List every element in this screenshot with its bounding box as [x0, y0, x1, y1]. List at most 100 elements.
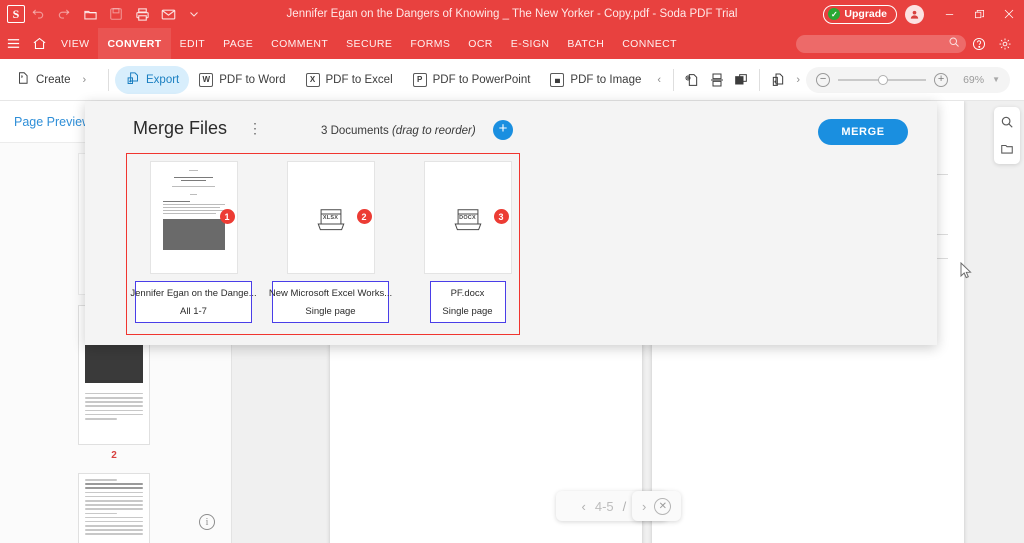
powerpoint-icon: P — [412, 72, 427, 87]
pdf-to-powerpoint-label: PDF to PowerPoint — [432, 73, 531, 86]
print-icon[interactable] — [129, 0, 155, 28]
tab-comment[interactable]: COMMENT — [262, 28, 337, 59]
save-icon[interactable] — [103, 0, 129, 28]
help-icon[interactable] — [966, 28, 992, 59]
tab-secure[interactable]: SECURE — [337, 28, 401, 59]
prev-page-button[interactable]: ‹ — [582, 499, 586, 514]
title-bar: S Jennifer Egan on the Dangers of Knowin… — [0, 0, 1024, 28]
chevron-down-icon[interactable] — [181, 0, 207, 28]
tab-batch[interactable]: BATCH — [558, 28, 613, 59]
gear-icon[interactable] — [992, 28, 1018, 59]
avatar[interactable] — [905, 4, 924, 24]
export-icon — [125, 71, 140, 89]
reorder-hint: (drag to reorder) — [391, 125, 476, 137]
folder-icon[interactable] — [997, 139, 1017, 159]
thumbnail-content — [79, 474, 149, 543]
search-input[interactable] — [796, 34, 966, 53]
zoom-level-value: 69% — [963, 73, 985, 86]
merge-files-icon[interactable] — [766, 66, 790, 94]
minimize-button[interactable] — [934, 0, 964, 28]
page-separator: / — [622, 498, 627, 514]
create-button[interactable]: Create › — [6, 66, 102, 94]
document-meta[interactable]: PF.docx Single page — [429, 281, 506, 323]
current-page-input[interactable]: 4-5 — [595, 499, 614, 514]
create-pdf-icon[interactable] — [680, 66, 704, 94]
order-badge: 2 — [356, 209, 372, 224]
merge-document-item-1[interactable]: 1 Jennifer Egan on the Dange... All 1-7 — [130, 161, 257, 323]
pdf-to-image-label: PDF to Image — [570, 73, 642, 86]
document-thumbnail[interactable]: XLSX 2 — [286, 161, 375, 274]
split-pages-icon[interactable] — [704, 66, 728, 94]
tab-page[interactable]: PAGE — [214, 28, 262, 59]
merge-document-list: 1 Jennifer Egan on the Dange... All 1-7 … — [130, 161, 526, 323]
merge-document-item-3[interactable]: DOCX 3 PF.docx Single page — [409, 161, 526, 323]
pdf-to-powerpoint-button[interactable]: P PDF to PowerPoint — [403, 66, 541, 94]
kebab-menu-icon[interactable]: ⋮ — [248, 121, 262, 135]
title-bar-right: ✓ Upgrade — [823, 0, 1024, 28]
search-icon[interactable] — [997, 112, 1017, 132]
info-icon[interactable]: i — [199, 514, 215, 530]
order-badge: 1 — [219, 209, 235, 224]
redo-icon[interactable] — [51, 0, 77, 28]
menu-bar: VIEW CONVERT EDIT PAGE COMMENT SECURE FO… — [0, 28, 1024, 59]
document-thumbnail[interactable]: DOCX 3 — [423, 161, 512, 274]
merge-document-item-2[interactable]: XLSX 2 New Microsoft Excel Works... Sing… — [269, 161, 392, 323]
tab-ocr[interactable]: OCR — [459, 28, 502, 59]
close-button[interactable] — [994, 0, 1024, 28]
zoom-out-button[interactable]: − — [816, 72, 831, 87]
zoom-in-button[interactable]: + — [934, 72, 949, 87]
tab-forms[interactable]: FORMS — [401, 28, 459, 59]
menu-bar-right — [796, 28, 1024, 59]
restore-button[interactable] — [964, 0, 994, 28]
upgrade-button[interactable]: ✓ Upgrade — [823, 4, 897, 24]
pdf-to-excel-label: PDF to Excel — [325, 73, 393, 86]
divider — [673, 68, 674, 91]
tab-connect[interactable]: CONNECT — [613, 28, 686, 59]
ribbon-overflow-next[interactable]: › — [790, 74, 806, 86]
divider — [108, 68, 110, 91]
close-icon[interactable]: ✕ — [654, 497, 672, 515]
tab-convert[interactable]: CONVERT — [98, 28, 171, 59]
chevron-right-icon: › — [82, 73, 87, 86]
export-button[interactable]: Export — [115, 65, 190, 94]
chevron-down-icon[interactable]: ▼ — [992, 75, 1000, 84]
document-page-range[interactable]: Single page — [442, 306, 492, 317]
tab-view[interactable]: VIEW — [52, 28, 98, 59]
merge-button[interactable]: MERGE — [818, 119, 908, 145]
pdf-to-image-button[interactable]: ▄ PDF to Image — [540, 66, 651, 94]
document-count-value: 3 Documents — [321, 125, 389, 137]
search-icon — [948, 36, 960, 51]
soda-pdf-window: S Jennifer Egan on the Dangers of Knowin… — [0, 0, 1024, 543]
zoom-slider-handle[interactable] — [878, 74, 889, 85]
zoom-slider[interactable] — [838, 74, 927, 85]
overlay-pages-icon[interactable] — [729, 66, 753, 94]
document-meta[interactable]: New Microsoft Excel Works... Single page — [269, 281, 392, 323]
pdf-to-excel-button[interactable]: X PDF to Excel — [296, 66, 403, 94]
email-icon[interactable] — [155, 0, 181, 28]
image-icon: ▄ — [550, 72, 565, 87]
hamburger-menu-icon[interactable] — [0, 28, 26, 59]
viewer-side-rail — [994, 107, 1020, 164]
undo-icon[interactable] — [25, 0, 51, 28]
home-icon[interactable] — [26, 28, 52, 59]
tab-esign[interactable]: E-SIGN — [502, 28, 559, 59]
document-name: PF.docx — [450, 287, 485, 299]
thumbnail-image — [162, 218, 225, 250]
document-count: 3 Documents (drag to reorder) — [321, 125, 476, 137]
tab-edit[interactable]: EDIT — [171, 28, 215, 59]
upgrade-label: Upgrade — [844, 8, 887, 20]
app-logo: S — [7, 5, 25, 23]
document-page-range[interactable]: Single page — [305, 306, 355, 317]
document-meta[interactable]: Jennifer Egan on the Dange... All 1-7 — [130, 281, 257, 323]
open-folder-icon[interactable] — [77, 0, 103, 28]
next-page-button[interactable]: › — [642, 499, 646, 514]
add-file-button[interactable]: + — [493, 120, 513, 140]
ribbon-overflow-prev[interactable]: ‹ — [651, 74, 667, 86]
mouse-cursor — [960, 261, 972, 285]
pdf-to-word-button[interactable]: W PDF to Word — [189, 66, 295, 94]
thumbnail-content — [79, 388, 149, 427]
document-page-range[interactable]: All 1-7 — [180, 306, 207, 317]
list-item[interactable] — [78, 473, 150, 543]
pdf-to-word-label: PDF to Word — [219, 73, 286, 86]
document-thumbnail[interactable]: 1 — [149, 161, 238, 274]
